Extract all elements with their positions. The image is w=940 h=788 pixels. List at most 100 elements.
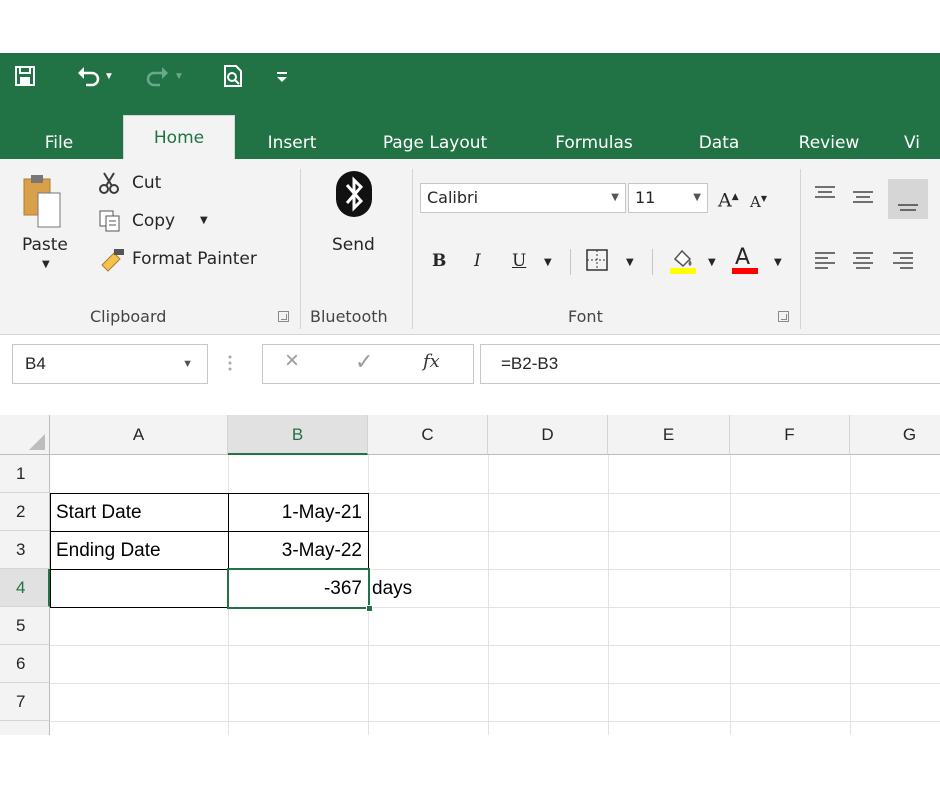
name-box-dropdown-icon[interactable]: ▼ [182, 345, 193, 383]
increase-font-size-icon[interactable]: A▲ [718, 183, 739, 211]
toolbar-separator [652, 249, 653, 275]
formula-buttons: × ✓ fx [262, 344, 474, 384]
row-header-5[interactable]: 5 [0, 607, 50, 645]
gridline [850, 455, 851, 735]
column-header-g[interactable]: G [850, 415, 940, 455]
font-size-value: 11 [635, 188, 656, 207]
tab-file[interactable]: File [34, 127, 84, 159]
copy-icon [98, 209, 122, 238]
font-size-select[interactable]: 11 ▼ [628, 183, 708, 213]
font-size-dropdown-icon[interactable]: ▼ [693, 184, 701, 212]
redo-icon[interactable]: ▼ [146, 62, 184, 90]
copy-dropdown-icon[interactable]: ▼ [200, 215, 208, 226]
column-header-e[interactable]: E [608, 415, 730, 455]
font-group-label: Font [568, 307, 603, 326]
enter-icon[interactable]: ✓ [355, 349, 373, 375]
copy-button[interactable]: Copy [132, 211, 175, 231]
gridline [50, 645, 940, 646]
group-divider [412, 169, 413, 329]
undo-dropdown-icon[interactable]: ▼ [104, 71, 114, 82]
tab-data[interactable]: Data [686, 127, 752, 159]
formula-bar-grip-icon[interactable] [228, 351, 232, 375]
tab-review[interactable]: Review [784, 127, 874, 159]
column-header-c[interactable]: C [368, 415, 488, 455]
bold-button[interactable]: B [432, 247, 446, 275]
borders-icon[interactable] [586, 249, 608, 276]
fill-handle[interactable] [366, 605, 373, 612]
name-box[interactable]: B4 ▼ [12, 344, 208, 384]
clipboard-group-label: Clipboard [90, 307, 167, 326]
align-right-icon[interactable] [892, 251, 914, 274]
format-painter-button[interactable]: Format Painter [132, 249, 257, 269]
fill-color-dropdown-icon[interactable]: ▼ [708, 249, 716, 277]
select-all-button[interactable] [0, 415, 50, 455]
paste-dropdown-icon[interactable]: ▼ [42, 259, 50, 270]
font-dialog-launcher-icon[interactable] [778, 311, 789, 322]
tab-insert[interactable]: Insert [252, 127, 332, 159]
row-header-4[interactable]: 4 [0, 569, 50, 607]
row-header-8[interactable] [0, 721, 50, 735]
column-header-f[interactable]: F [730, 415, 850, 455]
align-top-icon[interactable] [814, 185, 836, 208]
align-left-icon[interactable] [814, 251, 836, 274]
bluetooth-icon[interactable] [336, 171, 372, 222]
row-header-1[interactable]: 1 [0, 455, 50, 493]
excel-window: ▼ ▼ File Home Insert Page Layout Formula… [0, 53, 940, 735]
cell-c4[interactable]: days [368, 570, 488, 607]
font-color-icon[interactable]: A [730, 243, 760, 280]
cell-a2[interactable]: Start Date [50, 494, 228, 531]
column-header-a[interactable]: A [50, 415, 228, 455]
align-bottom-icon[interactable] [888, 179, 928, 219]
font-name-select[interactable]: Calibri ▼ [420, 183, 626, 213]
customize-qat-icon[interactable] [276, 62, 288, 90]
paste-icon[interactable] [22, 173, 62, 234]
gridline [730, 455, 731, 735]
align-center-icon[interactable] [852, 251, 874, 274]
insert-function-icon[interactable]: fx [423, 351, 440, 372]
ribbon-tabs: File Home Insert Page Layout Formulas Da… [0, 99, 940, 159]
cut-icon [98, 171, 122, 200]
gridline [608, 455, 609, 735]
bluetooth-group-label: Bluetooth [310, 307, 388, 326]
tab-home[interactable]: Home [123, 115, 235, 159]
fill-color-icon[interactable] [668, 245, 698, 280]
row-header-3[interactable]: 3 [0, 531, 50, 569]
svg-text:A: A [735, 245, 750, 270]
italic-button[interactable]: I [474, 247, 481, 275]
align-middle-icon[interactable] [852, 187, 874, 210]
font-color-dropdown-icon[interactable]: ▼ [774, 249, 782, 277]
active-cell-selection [227, 568, 370, 609]
row-header-6[interactable]: 6 [0, 645, 50, 683]
cell-b2[interactable]: 1-May-21 [228, 494, 368, 531]
quick-access-toolbar: ▼ ▼ [0, 53, 940, 99]
font-name-dropdown-icon[interactable]: ▼ [611, 184, 619, 212]
send-button[interactable]: Send [332, 235, 375, 255]
clipboard-dialog-launcher-icon[interactable] [278, 311, 289, 322]
cancel-icon[interactable]: × [285, 347, 299, 375]
undo-icon[interactable]: ▼ [76, 62, 114, 90]
redo-dropdown-icon[interactable]: ▼ [174, 71, 184, 82]
name-box-value: B4 [25, 354, 46, 373]
formula-input[interactable]: =B2-B3 [480, 344, 940, 384]
print-preview-icon[interactable] [222, 62, 244, 90]
tab-view[interactable]: Vi [904, 127, 940, 159]
paste-button[interactable]: Paste [22, 235, 68, 255]
row-header-2[interactable]: 2 [0, 493, 50, 531]
column-header-d[interactable]: D [488, 415, 608, 455]
decrease-font-size-icon[interactable]: A▼ [750, 185, 767, 213]
group-divider [300, 169, 301, 329]
row-header-7[interactable]: 7 [0, 683, 50, 721]
underline-button[interactable]: U [512, 247, 526, 275]
underline-dropdown-icon[interactable]: ▼ [544, 249, 552, 277]
gridline [50, 721, 940, 722]
save-icon[interactable] [14, 62, 36, 90]
group-divider [800, 169, 801, 329]
borders-dropdown-icon[interactable]: ▼ [626, 249, 634, 277]
worksheet-grid: A B C D E F G 1 2 3 4 5 6 7 Start Date 1… [0, 415, 940, 735]
cell-b3[interactable]: 3-May-22 [228, 532, 368, 569]
tab-formulas[interactable]: Formulas [538, 127, 650, 159]
column-header-b[interactable]: B [228, 415, 368, 455]
cell-a3[interactable]: Ending Date [50, 532, 228, 569]
cut-button[interactable]: Cut [132, 173, 161, 193]
tab-page-layout[interactable]: Page Layout [360, 127, 510, 159]
